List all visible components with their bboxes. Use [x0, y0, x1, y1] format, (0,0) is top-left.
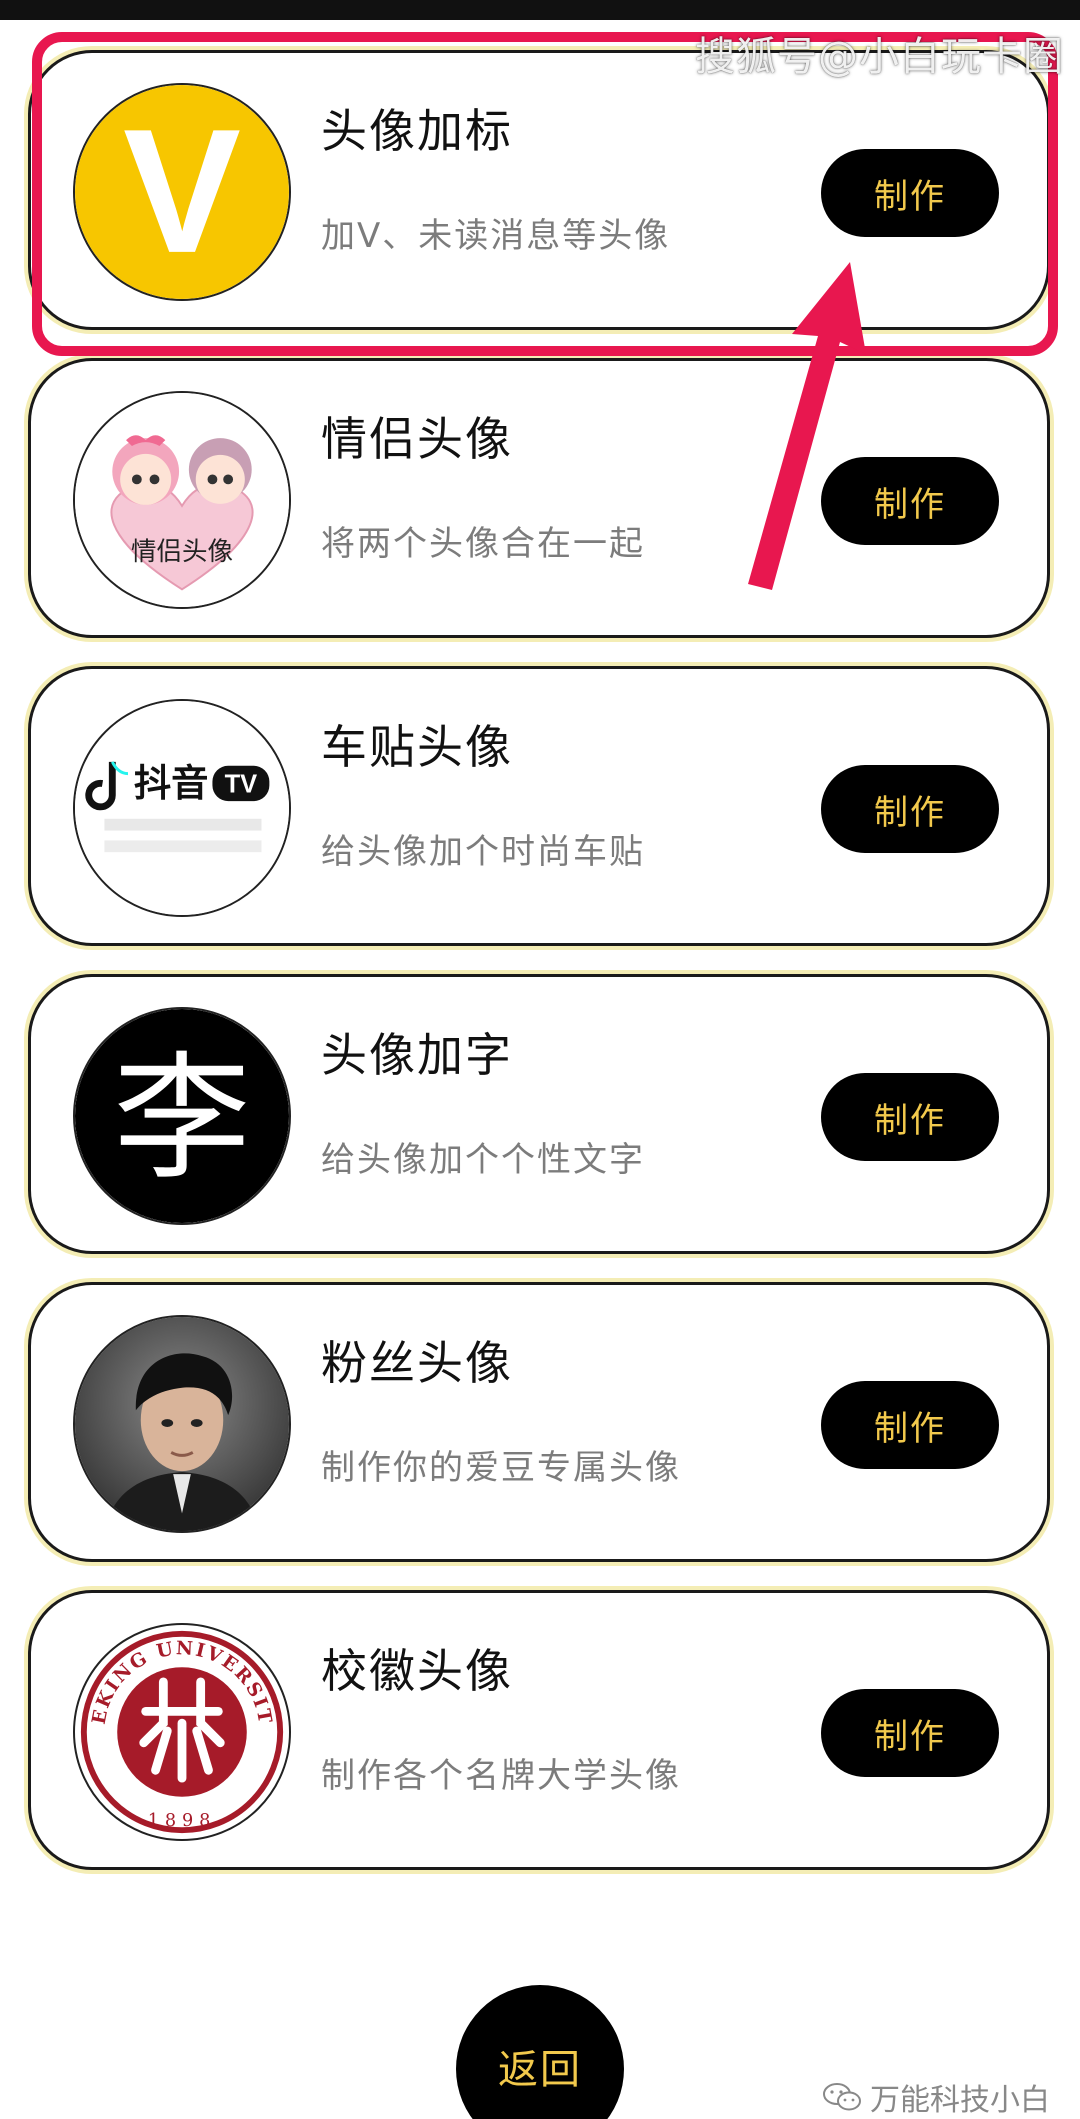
make-button[interactable]: 制作 — [821, 457, 999, 545]
watermark-bottom: 万能科技小白 — [822, 2075, 1050, 2119]
card-couple-avatar[interactable]: 情侣头像 情侣头像 将两个头像合在一起 制作 — [28, 358, 1050, 638]
wechat-icon — [823, 2083, 861, 2111]
peking-university-seal-avatar-icon: PEKING UNIVERSITY 1898 — [73, 1623, 291, 1841]
card-title: 粉丝头像 — [321, 1336, 513, 1390]
li-character: 李 — [113, 1039, 250, 1199]
seal-year: 1898 — [148, 1811, 217, 1831]
card-text-avatar[interactable]: 李 头像加字 给头像加个个性文字 制作 — [28, 974, 1050, 1254]
couple-cartoon-avatar-icon: 情侣头像 — [73, 391, 291, 609]
couple-avatar-caption: 情侣头像 — [131, 537, 233, 567]
v-badge-avatar-icon: V — [73, 83, 291, 301]
card-avatar-badge[interactable]: V 头像加标 加V、未读消息等头像 制作 — [28, 50, 1050, 330]
card-description: 制作你的爱豆专属头像 — [321, 1448, 681, 1488]
card-car-sticker-avatar[interactable]: 抖音 TV 车贴头像 给头像加个时尚车贴 制作 — [28, 666, 1050, 946]
card-title: 头像加字 — [321, 1028, 513, 1082]
card-fan-avatar[interactable]: 粉丝头像 制作你的爱豆专属头像 制作 — [28, 1282, 1050, 1562]
page: V 头像加标 加V、未读消息等头像 制作 情侣头像 情侣头像 将两个头像合在一起… — [0, 0, 1080, 2119]
svg-text:TV: TV — [225, 770, 258, 798]
card-description: 给头像加个时尚车贴 — [321, 832, 645, 872]
make-button[interactable]: 制作 — [821, 149, 999, 237]
card-description: 制作各个名牌大学头像 — [321, 1756, 681, 1796]
douyin-text: 抖音 — [134, 761, 209, 805]
card-title: 车贴头像 — [321, 720, 513, 774]
card-title: 校徽头像 — [321, 1644, 513, 1698]
card-title: 头像加标 — [321, 104, 513, 158]
idol-photo-avatar-icon — [73, 1315, 291, 1533]
text-li-avatar-icon: 李 — [73, 1007, 291, 1225]
back-button[interactable]: 返回 — [456, 1985, 624, 2119]
douyin-sticker-avatar-icon: 抖音 TV — [73, 699, 291, 917]
v-letter: V — [123, 93, 241, 290]
status-bar — [0, 0, 1080, 20]
make-button[interactable]: 制作 — [821, 765, 999, 853]
card-description: 将两个头像合在一起 — [321, 524, 645, 564]
card-description: 给头像加个个性文字 — [321, 1140, 645, 1180]
watermark-bottom-text: 万能科技小白 — [870, 2083, 1050, 2118]
card-title: 情侣头像 — [321, 412, 513, 466]
make-button[interactable]: 制作 — [821, 1689, 999, 1777]
card-school-badge-avatar[interactable]: PEKING UNIVERSITY 1898 校徽头像 制作各个名牌大学头像 制… — [28, 1590, 1050, 1870]
make-button[interactable]: 制作 — [821, 1073, 999, 1161]
watermark-top: 搜狐号@小白玩卡圈 — [695, 34, 1064, 80]
make-button[interactable]: 制作 — [821, 1381, 999, 1469]
card-description: 加V、未读消息等头像 — [321, 216, 671, 256]
